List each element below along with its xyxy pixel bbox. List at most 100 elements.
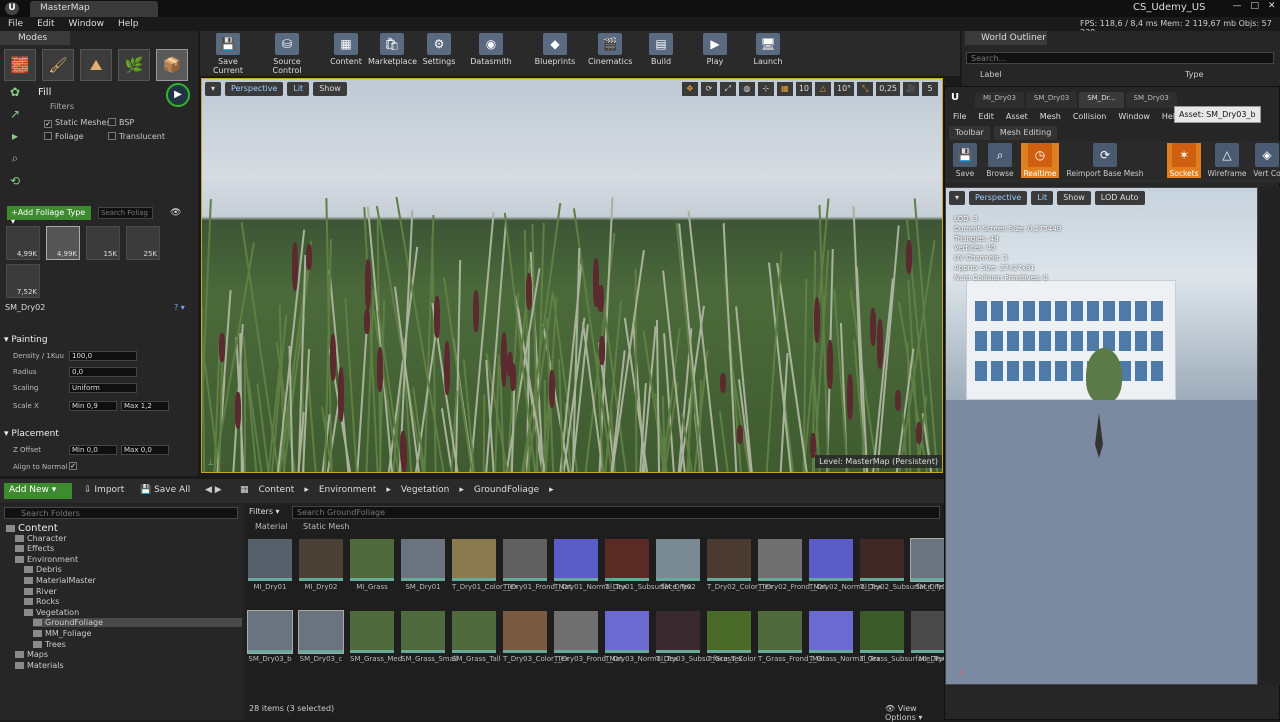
checkbox-checked-icon[interactable]: ✓ xyxy=(69,462,77,470)
grid-snap-icon[interactable]: ▦ xyxy=(776,82,793,96)
asset-tile[interactable]: MI_Dry02 xyxy=(299,539,343,591)
asset-tile[interactable]: T_Grass_Subsurface_Tex xyxy=(860,611,945,663)
asset-tile[interactable]: MI_Grass xyxy=(350,539,394,591)
save-button[interactable]: 💾 Save xyxy=(951,143,979,178)
asset-tile[interactable]: T_Dry02_Normal_Tex xyxy=(809,539,882,591)
density-field[interactable]: 100,0 xyxy=(69,351,137,361)
foliage-search-input[interactable]: Search Foliag xyxy=(98,207,153,219)
asset-tile[interactable]: T_Dry01_Subsurface_Tex xyxy=(605,539,692,591)
launch-button[interactable]: 🖥 Launch xyxy=(748,33,788,73)
menu-mesh[interactable]: Mesh xyxy=(1040,112,1061,126)
eye-icon[interactable]: 👁 xyxy=(170,208,181,218)
filter-static-meshes[interactable]: ✓ Static Meshes xyxy=(44,118,111,128)
editor-tab[interactable]: SM_Dry03 xyxy=(1025,92,1078,108)
folder-item[interactable]: Debris xyxy=(24,565,62,574)
foliage-type-item[interactable]: 7,52K xyxy=(6,264,40,298)
breadcrumb-item[interactable]: Content xyxy=(259,485,295,495)
asset-tile[interactable]: SM_Dry03_c xyxy=(298,610,344,663)
asset-tile[interactable]: T_Grass_Frond_Mat xyxy=(758,611,825,663)
asset-tile[interactable]: T_Dry02_Subsurface_Tex xyxy=(860,539,947,591)
lit-button[interactable]: Lit xyxy=(1031,191,1054,205)
scale-snap-icon[interactable]: ⤡ xyxy=(857,82,874,96)
column-type[interactable]: Type xyxy=(1185,70,1203,79)
view-options-button[interactable]: 👁 View Options ▾ xyxy=(885,704,945,722)
folder-item[interactable]: Effects xyxy=(15,544,54,553)
filter-bsp[interactable]: BSP xyxy=(108,118,134,127)
toolbar-tab[interactable]: Toolbar xyxy=(949,126,990,140)
asset-tile[interactable]: T_Dry03_Normal_Tex xyxy=(605,611,678,663)
lod-button[interactable]: LOD Auto xyxy=(1094,191,1145,205)
asset-tile[interactable]: T_Grass_Normal_Tex xyxy=(809,611,880,663)
browse-button[interactable]: ⌕ Browse xyxy=(983,143,1017,178)
fill-tool-icon[interactable]: ⟲ xyxy=(10,174,20,188)
lasso-tool-icon[interactable]: ⌕ xyxy=(12,151,19,166)
foliage-type-item[interactable]: 4,99K xyxy=(6,226,40,260)
editor-tab[interactable]: SM_Dry03 xyxy=(1125,92,1177,108)
lit-button[interactable]: Lit xyxy=(287,82,310,96)
surface-snap-icon[interactable]: ⊹ xyxy=(757,82,774,96)
play-button[interactable]: ▶ Play xyxy=(698,33,732,73)
settings-button[interactable]: ⚙ Settings xyxy=(422,33,456,73)
scaling-select[interactable]: Uniform xyxy=(69,383,137,393)
scale-snap-value[interactable]: 0,25 xyxy=(876,82,900,96)
translate-icon[interactable]: ✥ xyxy=(681,82,698,96)
close-icon[interactable]: ✕ xyxy=(1268,1,1276,15)
filter-chip-material[interactable]: Material xyxy=(255,522,288,531)
wireframe-button[interactable]: △ Wireframe xyxy=(1207,143,1247,178)
menu-window[interactable]: Window xyxy=(1118,112,1150,126)
grid-snap-value[interactable]: 10 xyxy=(795,82,812,96)
folder-item[interactable]: Vegetation xyxy=(24,608,79,617)
folder-item[interactable]: Rocks xyxy=(24,597,59,606)
asset-tile[interactable]: SM_Dry01 xyxy=(401,539,445,591)
asset-tile[interactable]: T_Dry03_Subsurface_Tex xyxy=(656,611,743,663)
filter-translucent[interactable]: Translucent xyxy=(108,132,165,141)
place-mode-icon[interactable]: 🧱 xyxy=(4,49,36,81)
checkbox-icon[interactable] xyxy=(44,132,52,140)
level-tab[interactable]: MasterMap xyxy=(30,1,158,17)
asset-tile[interactable]: SM_Dry02 xyxy=(656,539,700,591)
asset-tile[interactable]: SM_Grass_Small xyxy=(401,611,458,663)
menu-help[interactable]: Hel xyxy=(1162,112,1175,126)
menu-edit[interactable]: Edit xyxy=(37,19,54,31)
editor-tab-active[interactable]: SM_Dr... xyxy=(1079,92,1124,108)
folder-item[interactable]: Environment xyxy=(15,555,78,564)
help-icon[interactable]: ? ▾ xyxy=(174,303,185,312)
viewport-menu-icon[interactable]: ▾ xyxy=(205,82,222,96)
rotation-snap-icon[interactable]: △ xyxy=(815,82,831,96)
asset-tile[interactable]: MI_Dry01 xyxy=(248,539,292,591)
level-viewport[interactable]: ▾ Perspective Lit Show ✥ ⟳ ⤢ ◍ ⊹ ▦ 10 △ … xyxy=(201,78,943,473)
datasmith-button[interactable]: ◉ Datasmith xyxy=(470,33,512,73)
folder-item[interactable]: Maps xyxy=(15,650,48,659)
asset-tile[interactable]: T_Dry03_Color_Tex xyxy=(503,611,569,663)
foliage-type-item[interactable]: 25K xyxy=(126,226,160,260)
mesh-preview-viewport[interactable]: ▾ Perspective Lit Show LOD Auto LOD: 3 C… xyxy=(945,187,1258,685)
folder-item[interactable]: MaterialMaster xyxy=(24,576,96,585)
blueprints-button[interactable]: ◆ Blueprints xyxy=(534,33,576,73)
paint-mode-icon[interactable]: 🖌 xyxy=(42,49,74,81)
zoffset-max-field[interactable]: Max 0,0 xyxy=(121,445,169,455)
geometry-mode-icon[interactable]: 📦 xyxy=(156,49,188,81)
maximize-icon[interactable]: □ xyxy=(1250,1,1259,15)
paint-tool-icon[interactable]: ✿ xyxy=(10,85,20,99)
scalex-min-field[interactable]: Min 0,9 xyxy=(69,401,117,411)
reapply-tool-icon[interactable]: ↗ xyxy=(10,107,20,121)
folder-item[interactable]: GroundFoliage xyxy=(33,618,242,628)
menu-collision[interactable]: Collision xyxy=(1073,112,1107,126)
perspective-button[interactable]: Perspective xyxy=(969,191,1028,205)
painting-section-header[interactable]: ▾ Painting xyxy=(4,335,48,345)
minimize-icon[interactable]: — xyxy=(1232,1,1241,15)
rotation-snap-value[interactable]: 10° xyxy=(834,82,855,96)
folder-item[interactable]: River xyxy=(24,587,57,596)
folder-item[interactable]: Materials xyxy=(15,661,64,670)
show-button[interactable]: Show xyxy=(1057,191,1091,205)
asset-tile[interactable]: T_Dry01_Frond_Mat xyxy=(503,539,572,591)
menu-help[interactable]: Help xyxy=(118,19,139,31)
import-button[interactable]: ⇩ Import xyxy=(84,485,124,495)
world-icon[interactable]: ◍ xyxy=(738,82,755,96)
breadcrumb-item[interactable]: Environment xyxy=(319,485,376,495)
viewport-menu-icon[interactable]: ▾ xyxy=(949,191,966,205)
history-nav[interactable]: ◀ ▶ xyxy=(205,485,222,495)
perspective-button[interactable]: Perspective xyxy=(225,82,284,96)
reimport-base-mesh-button[interactable]: ⟳ Reimport Base Mesh xyxy=(1065,143,1145,178)
camera-speed-value[interactable]: 5 xyxy=(922,82,938,96)
